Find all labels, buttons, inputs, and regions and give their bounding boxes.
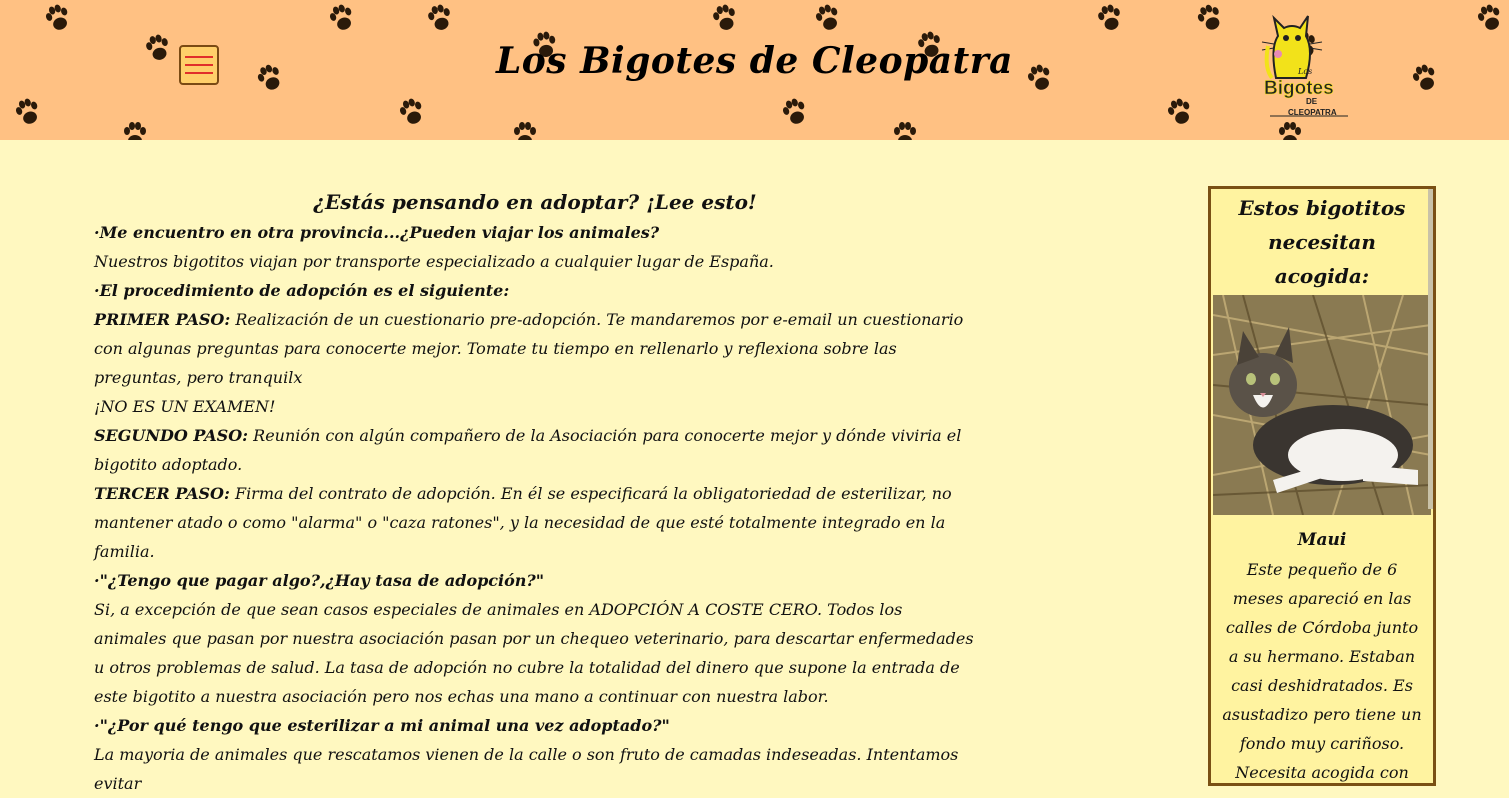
paw-print-icon bbox=[43, 2, 73, 34]
faq-answer-sterilize: La mayoria de animales que rescatamos vi… bbox=[94, 745, 959, 793]
svg-text:Bigotes: Bigotes bbox=[1264, 78, 1334, 99]
paw-print-icon bbox=[894, 122, 916, 140]
paw-print-icon bbox=[1279, 122, 1301, 140]
foster-sidebar: Estos bigotitos necesitan acogida: Maui … bbox=[1208, 186, 1436, 786]
svg-text:Los: Los bbox=[1297, 67, 1312, 76]
faq-question-fee: ·"¿Tengo que pagar algo?,¿Hay tasa de ad… bbox=[94, 571, 545, 590]
paw-print-icon bbox=[780, 96, 810, 128]
paw-print-icon bbox=[1096, 2, 1124, 33]
paw-print-icon bbox=[1165, 96, 1195, 128]
paw-print-icon bbox=[1475, 2, 1505, 34]
paw-print-icon bbox=[1194, 1, 1226, 34]
cat-description: Este pequeño de 6 meses apareció en las … bbox=[1222, 560, 1422, 782]
faq-heading: ¿Estás pensando en adoptar? ¡Lee esto! bbox=[313, 190, 757, 214]
faq-answer-fee: Si, a excepción de que sean casos especi… bbox=[94, 600, 974, 706]
paw-print-icon bbox=[514, 122, 536, 140]
paw-print-icon bbox=[813, 2, 843, 34]
site-header: Los Bigotes de Cleopatra Los Bigotes DE … bbox=[0, 0, 1509, 140]
step-one-note: ¡NO ES UN EXAMEN! bbox=[94, 397, 276, 416]
faq-question-sterilize: ·"¿Por qué tengo que esterilizar a mi an… bbox=[94, 716, 670, 735]
svg-text:DE: DE bbox=[1306, 97, 1318, 106]
paw-print-icon bbox=[397, 96, 427, 128]
faq-question-travel: ·Me encuentro en otra provincia...¿Puede… bbox=[94, 223, 660, 242]
step-two: SEGUNDO PASO: Reunión con algún compañer… bbox=[94, 426, 962, 474]
paw-print-icon bbox=[124, 122, 146, 140]
cat-name: Maui bbox=[1297, 530, 1347, 550]
faq-question-procedure: ·El procedimiento de adopción es el sigu… bbox=[94, 281, 510, 300]
step-three: TERCER PASO: Firma del contrato de adopc… bbox=[94, 484, 952, 561]
zero-cost-adoption-text: ADOPCIÓN A COSTE CERO bbox=[589, 600, 817, 619]
sidebar-scrollbar[interactable] bbox=[1428, 189, 1433, 509]
paw-print-icon bbox=[426, 2, 454, 33]
paw-print-icon bbox=[711, 2, 739, 33]
cat-logo-icon bbox=[1261, 14, 1323, 80]
faq-answer-travel: Nuestros bigotitos viajan por transporte… bbox=[94, 252, 774, 271]
cat-photo[interactable] bbox=[1213, 295, 1431, 515]
paw-print-icon bbox=[327, 2, 357, 34]
step-one: PRIMER PASO: Realización de un cuestiona… bbox=[94, 310, 964, 387]
site-logo[interactable]: Los Bigotes DE CLEOPATRA bbox=[1248, 8, 1358, 123]
paw-print-icon bbox=[13, 96, 43, 128]
adoption-faq-content: ¿Estás pensando en adoptar? ¡Lee esto! ·… bbox=[94, 186, 976, 798]
foster-sidebar-title: Estos bigotitos necesitan acogida: bbox=[1238, 196, 1406, 288]
